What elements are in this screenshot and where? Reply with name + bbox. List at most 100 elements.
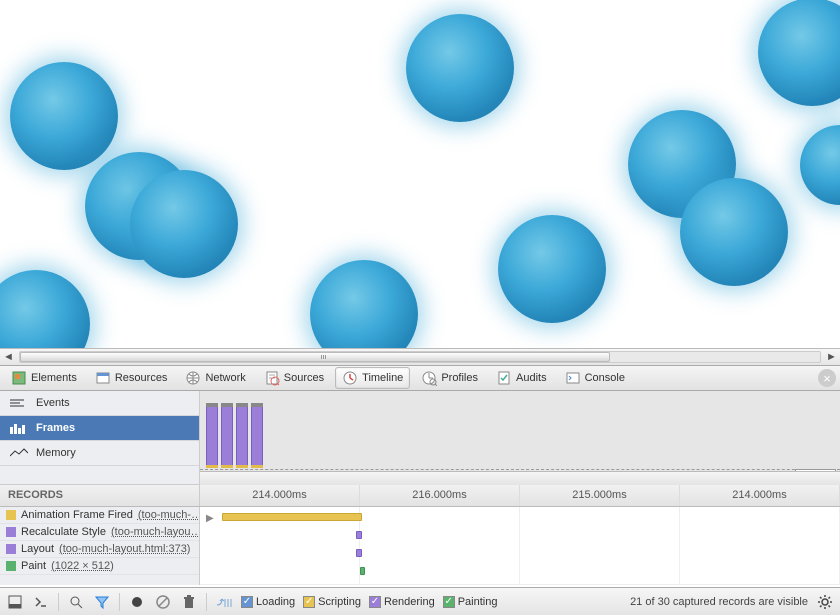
tab-sources[interactable]: Sources [257,367,331,389]
record-row[interactable]: Recalculate Style (too-much-layou… [0,524,199,541]
tab-timeline[interactable]: Timeline [335,367,410,389]
records-header: RECORDS 214.000ms 216.000ms 215.000ms 21… [0,485,840,507]
console-toggle-icon[interactable] [32,593,50,611]
scroll-right-arrow[interactable]: ► [823,349,840,366]
bottom-toolbar: ✓ Loading ✓ Scripting ✓ Rendering ✓ Pain… [0,587,840,615]
separator [119,593,120,611]
filter-painting[interactable]: ✓ Painting [443,596,498,608]
filter-loading[interactable]: ✓ Loading [241,596,295,608]
overview-scrollbar[interactable] [200,471,840,485]
checkbox-icon: ✓ [303,596,315,608]
tab-label: Console [585,372,625,384]
record-icon[interactable] [128,593,146,611]
clear-icon[interactable] [154,593,172,611]
timeline-mode-sidebar: Events Frames Memory [0,391,200,484]
horizontal-scrollbar[interactable]: ◄ ► [0,348,840,365]
resources-icon [95,370,111,386]
sources-icon [264,370,280,386]
ball [10,62,118,170]
mode-label: Memory [36,447,76,459]
tab-label: Sources [284,372,324,384]
time-col: 214.000ms [680,485,840,506]
profiles-icon [421,370,437,386]
mode-events[interactable]: Events [0,391,199,416]
search-icon[interactable] [67,593,85,611]
mode-label: Frames [36,422,75,434]
record-row[interactable]: Paint (1022 × 512) [0,558,199,575]
tab-elements[interactable]: Elements [4,367,84,389]
separator [206,593,207,611]
record-link[interactable]: (too-much-layou… [111,526,199,538]
records-body: Animation Frame Fired (too-much-… Recalc… [0,507,840,585]
frame-bars [206,397,263,466]
record-link[interactable]: (too-much-layout.html:373) [59,543,190,555]
close-devtools-button[interactable]: × [818,369,836,387]
timeline-icon [342,370,358,386]
color-swatch-icon [6,510,16,520]
tab-label: Resources [115,372,168,384]
frames-overview[interactable]: 30 FPS [200,391,840,484]
checkbox-icon: ✓ [443,596,455,608]
tab-console[interactable]: Console [558,367,632,389]
color-swatch-icon [6,561,16,571]
frame-bar [221,406,233,466]
ball [0,270,90,348]
tab-label: Network [205,372,245,384]
filter-scripting[interactable]: ✓ Scripting [303,596,361,608]
record-row[interactable]: Layout (too-much-layout.html:373) [0,541,199,558]
dock-icon[interactable] [6,593,24,611]
record-row[interactable]: Animation Frame Fired (too-much-… [0,507,199,524]
tab-label: Profiles [441,372,478,384]
timeline-overview: Events Frames Memory 30 FPS [0,391,840,485]
scroll-track[interactable] [19,351,821,363]
status-text: 21 of 30 captured records are visible [630,596,808,608]
frame-bar [251,406,263,466]
settings-icon[interactable] [816,593,834,611]
frames-icon [10,422,28,434]
memory-icon [10,447,28,459]
time-col: 214.000ms [200,485,360,506]
time-columns: 214.000ms 216.000ms 215.000ms 214.000ms [200,485,840,506]
glue-icon[interactable] [215,593,233,611]
record-label: Paint [21,560,46,572]
mode-memory[interactable]: Memory [0,441,199,466]
bar-animation-frame[interactable] [222,513,362,521]
record-label: Layout [21,543,54,555]
expand-icon[interactable]: ▶ [206,513,214,524]
tab-profiles[interactable]: Profiles [414,367,485,389]
records-list: Animation Frame Fired (too-much-… Recalc… [0,507,200,585]
tab-resources[interactable]: Resources [88,367,175,389]
filter-label: Painting [458,596,498,608]
ball [130,170,238,278]
bar-recalc-style[interactable] [356,531,362,539]
ball [758,0,840,106]
records-chart[interactable]: ▶ [200,507,840,585]
record-link[interactable]: (too-much-… [138,509,199,521]
record-label: Recalculate Style [21,526,106,538]
scroll-left-arrow[interactable]: ◄ [0,349,17,366]
filter-label: Loading [256,596,295,608]
filter-icon[interactable] [93,593,111,611]
scroll-grip [321,355,329,359]
tab-network[interactable]: Network [178,367,252,389]
mode-frames[interactable]: Frames [0,416,199,441]
checkbox-icon: ✓ [369,596,381,608]
tab-audits[interactable]: Audits [489,367,554,389]
filter-rendering[interactable]: ✓ Rendering [369,596,435,608]
ball [498,215,606,323]
bar-paint[interactable] [360,567,365,575]
record-link[interactable]: (1022 × 512) [51,560,114,572]
record-label: Animation Frame Fired [21,509,133,521]
devtools-tabbar: Elements Resources Network Sources Timel… [0,365,840,391]
bar-layout[interactable] [356,549,362,557]
audits-icon [496,370,512,386]
mode-label: Events [36,397,70,409]
filter-label: Scripting [318,596,361,608]
time-col: 215.000ms [520,485,680,506]
time-col: 216.000ms [360,485,520,506]
tab-label: Elements [31,372,77,384]
scroll-thumb[interactable] [20,352,610,362]
garbage-icon[interactable] [180,593,198,611]
console-icon [565,370,581,386]
ball [406,14,514,122]
